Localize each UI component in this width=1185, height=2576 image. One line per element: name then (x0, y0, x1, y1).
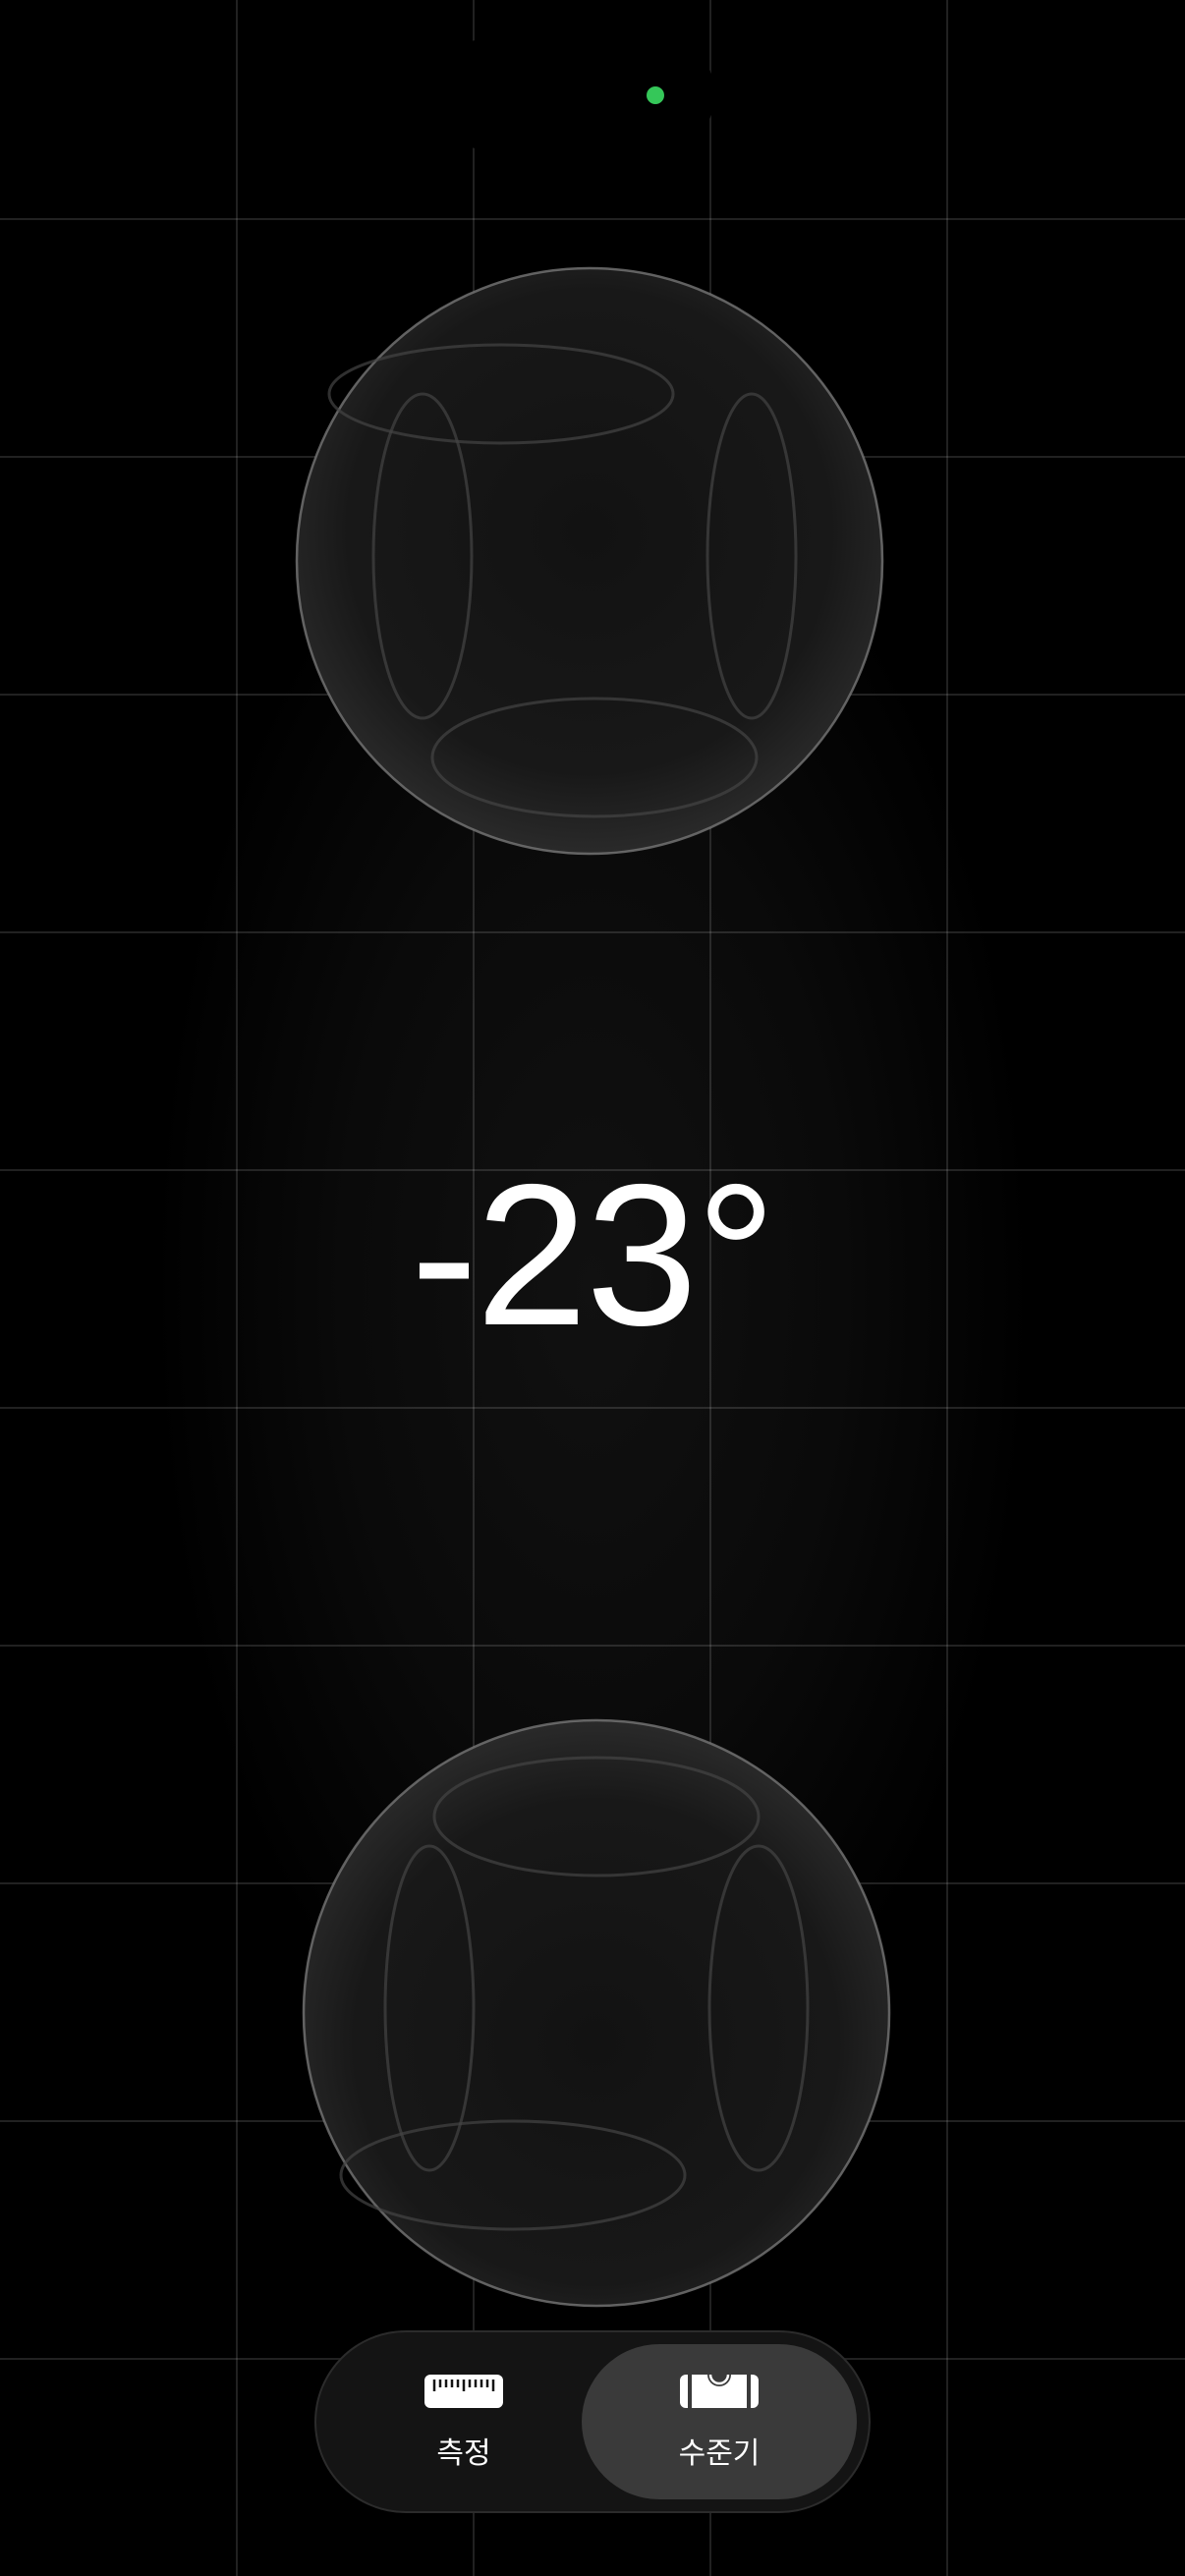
grid-line (0, 931, 1185, 933)
tab-label: 수준기 (678, 2436, 761, 2471)
mode-tab-bar: 측정 수준기 (314, 2330, 871, 2513)
level-sphere-bottom (302, 1713, 891, 2313)
grid-line (0, 1645, 1185, 1647)
tab-level[interactable]: 수준기 (582, 2344, 857, 2499)
camera-indicator-dot (647, 86, 664, 104)
level-sphere-top (295, 261, 884, 861)
tab-label: 측정 (436, 2436, 491, 2471)
grid-line (0, 218, 1185, 220)
dynamic-island (430, 39, 715, 149)
level-screen: -23° 측정 수준기 (0, 0, 1185, 2576)
level-icon (678, 2372, 761, 2411)
grid-line (0, 1407, 1185, 1409)
tab-measure[interactable]: 측정 (326, 2344, 601, 2499)
angle-readout: -23° (410, 1143, 776, 1368)
ruler-icon (423, 2372, 505, 2411)
